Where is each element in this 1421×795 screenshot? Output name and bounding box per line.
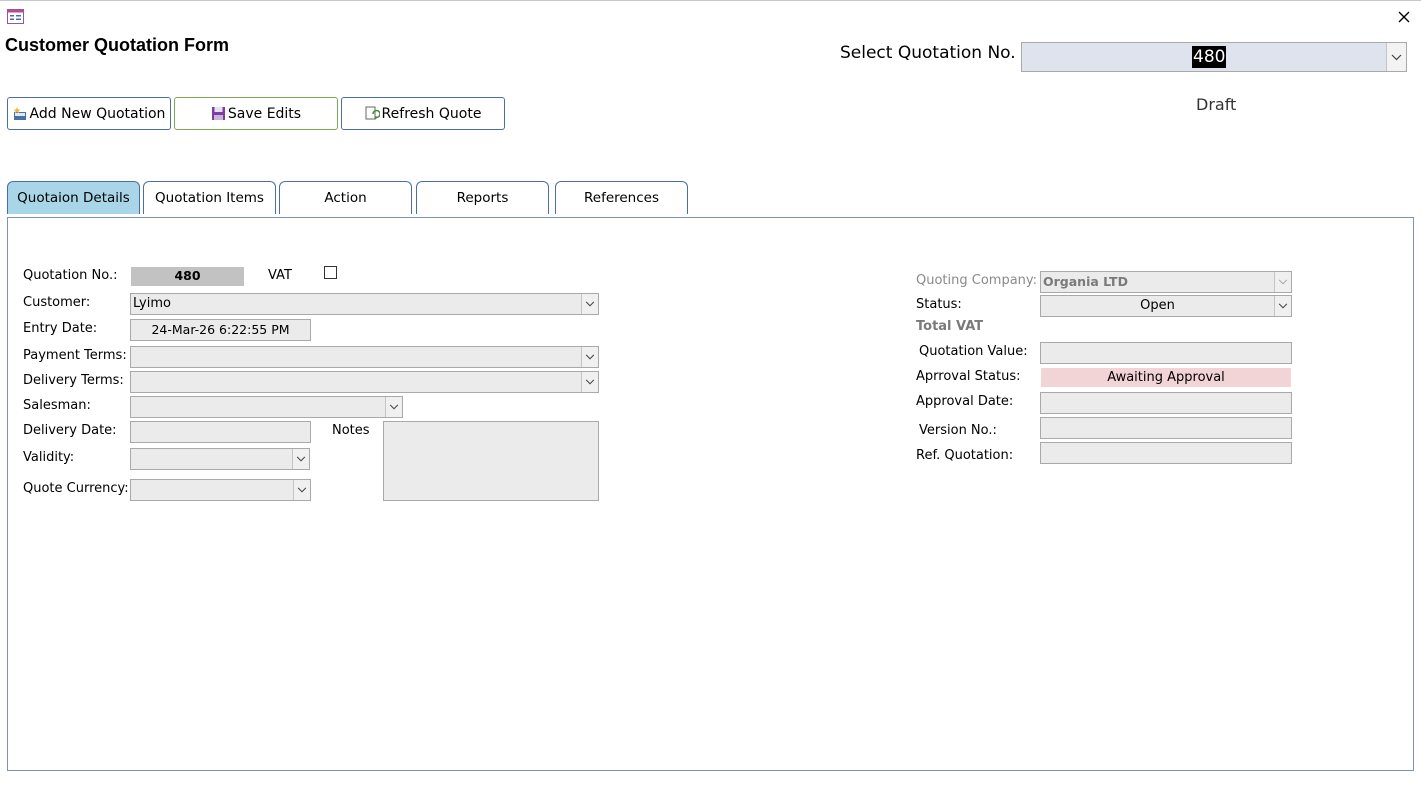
notes-textarea[interactable] [383,421,599,501]
customer-combo[interactable]: Lyimo [130,293,599,315]
chevron-down-icon[interactable] [581,347,598,367]
document-status-label: Draft [1196,95,1237,114]
entry-date-field[interactable]: 24-Mar-26 6:22:55 PM [130,319,311,341]
chevron-down-icon[interactable] [292,449,309,469]
selected-quotation-value: 480 [1192,46,1227,68]
quoting-company-label: Quoting Company: [916,273,1038,288]
quotation-no-label: Quotation No.: [23,268,118,283]
version-no-field[interactable] [1040,417,1292,439]
chevron-down-icon[interactable] [1274,296,1291,316]
entry-date-label: Entry Date: [23,321,98,336]
quotation-no-field: 480 [131,267,244,286]
validity-label: Validity: [23,450,75,465]
refresh-icon [365,106,380,120]
select-quotation-combo[interactable]: 480 [1021,42,1407,72]
access-form-window: Customer Quotation Form Select Quotation… [0,0,1421,795]
tab-quotation-items[interactable]: Quotation Items [143,181,276,214]
vat-label: VAT [268,268,292,283]
chevron-down-icon[interactable] [1274,272,1291,292]
chevron-down-icon[interactable] [1386,43,1406,71]
save-edits-button[interactable]: Save Edits [174,97,338,130]
ref-quotation-label: Ref. Quotation: [916,448,1014,463]
delivery-date-label: Delivery Date: [23,423,117,438]
new-record-icon [13,107,26,120]
customer-label: Customer: [23,295,91,310]
status-value: Open [1140,298,1175,313]
refresh-quote-label: Refresh Quote [381,105,482,122]
quote-currency-combo[interactable] [130,479,311,501]
quotation-value-label: Quotation Value: [919,344,1028,359]
select-quotation-label: Select Quotation No. [840,43,1016,63]
save-icon [211,107,225,120]
chevron-down-icon[interactable] [293,480,310,500]
save-edits-label: Save Edits [227,105,302,122]
quote-currency-label: Quote Currency: [23,481,129,496]
form-icon [7,9,24,24]
delivery-date-field[interactable] [130,421,311,443]
vat-checkbox[interactable] [324,266,337,279]
version-no-label: Version No.: [919,423,997,438]
chevron-down-icon[interactable] [581,294,598,314]
status-combo[interactable]: Open [1040,295,1292,317]
payment-terms-label: Payment Terms: [23,348,127,363]
validity-combo[interactable] [130,448,310,470]
tab-quotation-details[interactable]: Quotaion Details [7,181,140,214]
tab-references[interactable]: References [555,181,688,214]
salesman-combo[interactable] [130,396,403,418]
add-new-quotation-label: Add New Quotation [29,105,166,122]
tab-action[interactable]: Action [279,181,412,214]
quotation-value-field[interactable] [1040,342,1292,364]
refresh-quote-button[interactable]: Refresh Quote [341,97,505,130]
tab-reports[interactable]: Reports [416,181,549,214]
chevron-down-icon[interactable] [581,372,598,392]
approval-status-label: Aprroval Status: [916,369,1021,384]
status-label: Status: [916,297,962,312]
approval-date-field[interactable] [1040,392,1292,414]
close-icon[interactable] [1396,9,1412,25]
form-title: Customer Quotation Form [5,35,229,55]
add-new-quotation-button[interactable]: Add New Quotation [7,97,171,130]
salesman-label: Salesman: [23,398,91,413]
delivery-terms-label: Delivery Terms: [23,373,124,388]
quoting-company-combo[interactable]: Organia LTD [1040,271,1292,293]
ref-quotation-field[interactable] [1040,442,1292,464]
total-vat-label: Total VAT [916,319,984,334]
chevron-down-icon[interactable] [385,397,402,417]
payment-terms-combo[interactable] [130,346,599,368]
quoting-company-value: Organia LTD [1043,274,1128,289]
delivery-terms-combo[interactable] [130,371,599,393]
notes-label: Notes [332,423,370,438]
approval-status-field: Awaiting Approval [1041,368,1291,387]
approval-date-label: Approval Date: [916,394,1014,409]
customer-value: Lyimo [133,296,171,311]
